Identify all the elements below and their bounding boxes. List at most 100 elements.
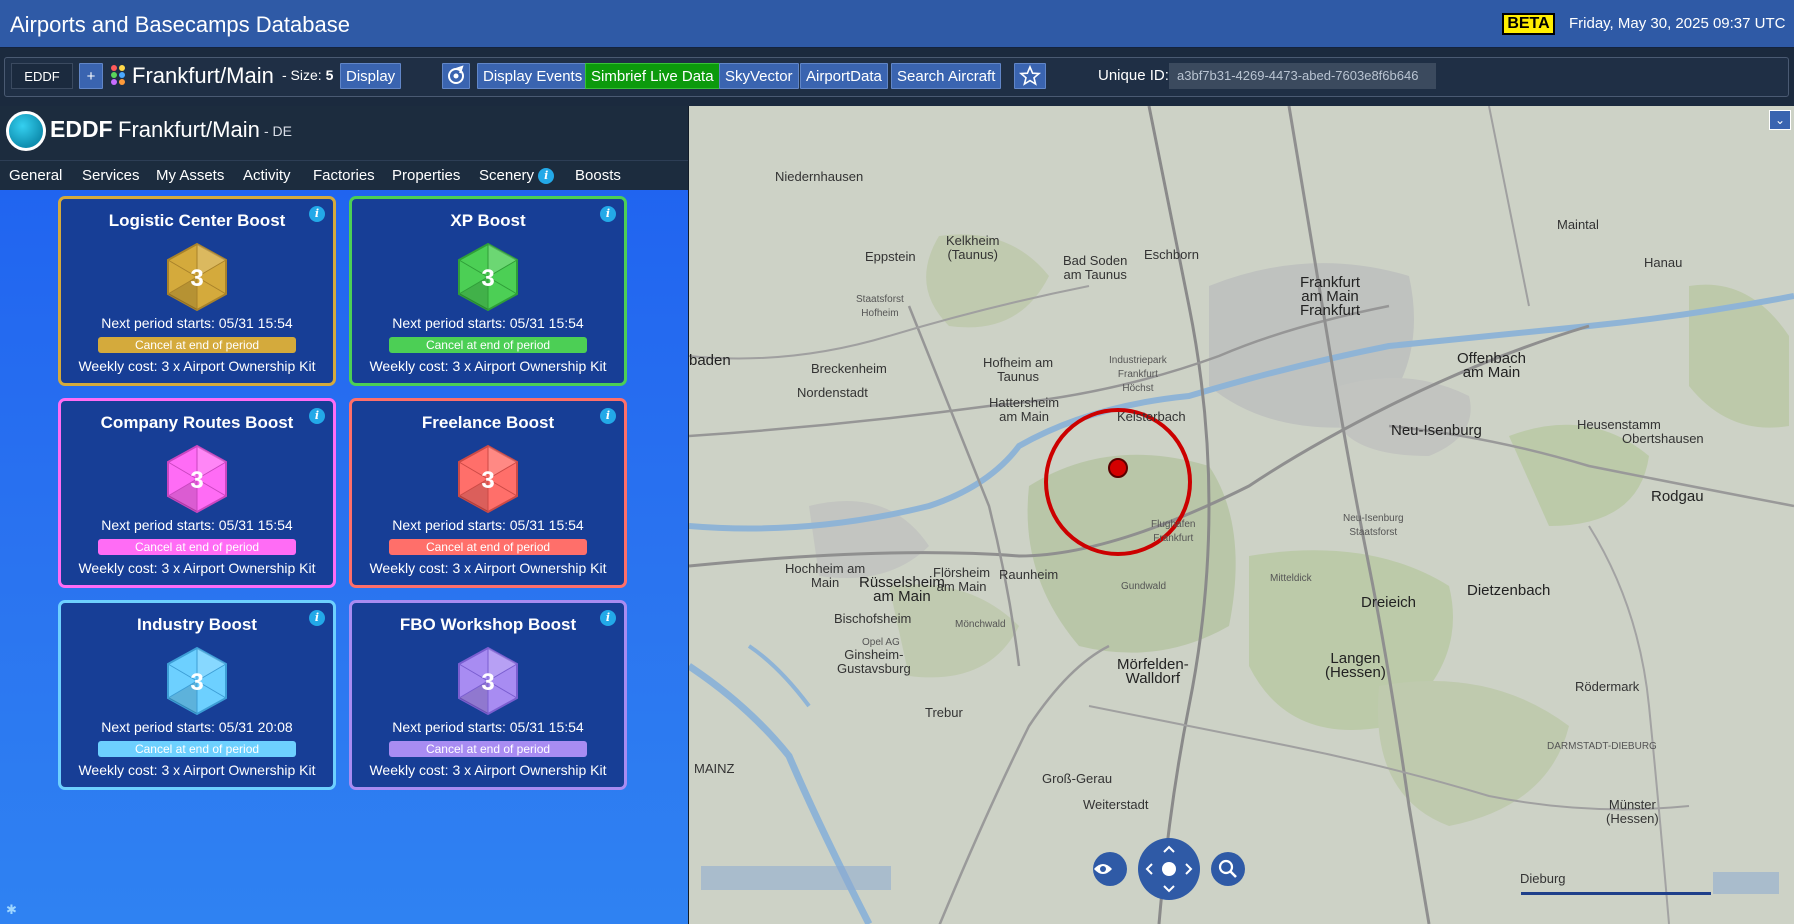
map-place-label: Bischofsheim — [834, 611, 912, 626]
search-aircraft-button[interactable]: Search Aircraft — [891, 63, 1002, 89]
tab-services[interactable]: Services — [82, 167, 140, 184]
map-place-label: Raunheim — [999, 567, 1059, 582]
map-place-label: Langen (Hessen) — [1325, 650, 1386, 681]
airport-panel: EDDF Frankfurt/Main - DE General Service… — [0, 106, 688, 924]
cancel-at-end-button[interactable]: Cancel at end of period — [389, 741, 587, 757]
map-place-label: Weiterstadt — [1083, 797, 1149, 812]
map-place-label: Heusenstamm — [1577, 417, 1661, 432]
boost-next-period: Next period starts: 05/31 15:54 — [101, 517, 293, 533]
tab-scenery-label: Scenery — [479, 167, 535, 184]
boost-weekly-cost: Weekly cost: 3 x Airport Ownership Kit — [369, 560, 607, 576]
boost-weekly-cost: Weekly cost: 3 x Airport Ownership Kit — [78, 358, 316, 374]
boost-card: Company Routes Boost i 3 Next period starts… — [58, 398, 336, 588]
color-dots-icon[interactable] — [110, 63, 128, 89]
map-place-label: Hanau — [1644, 255, 1683, 270]
map-place-label: Dieburg — [1520, 871, 1566, 886]
boost-card: Freelance Boost i 3 Next period starts: 05/… — [349, 398, 627, 588]
map-place-label: Mitteldick — [1270, 573, 1312, 584]
display-events-button[interactable]: Display Events — [477, 63, 589, 89]
info-icon[interactable]: i — [309, 408, 325, 424]
info-icon[interactable]: i — [309, 206, 325, 222]
map-place-label: baden — [689, 352, 731, 369]
tab-factories[interactable]: Factories — [313, 167, 375, 184]
tab-scenery[interactable]: Scenery i — [479, 167, 555, 184]
toolbar-airport-name: Frankfurt/Main — [132, 63, 274, 88]
pan-control[interactable] — [1138, 838, 1200, 900]
airportdata-button[interactable]: AirportData — [800, 63, 888, 89]
globe-icon — [6, 111, 46, 151]
icao-input[interactable] — [11, 63, 73, 89]
boost-weekly-cost: Weekly cost: 3 x Airport Ownership Kit — [369, 762, 607, 778]
skyvector-button[interactable]: SkyVector — [719, 63, 799, 89]
display-button[interactable]: Display — [340, 63, 402, 89]
eye-icon[interactable] — [1093, 852, 1127, 886]
boost-title: Freelance Boost — [421, 413, 555, 432]
map-place-label: Gundwald — [1121, 581, 1167, 592]
favorite-star-icon[interactable] — [1014, 63, 1046, 89]
boost-level-hexagon-icon: 3 — [458, 242, 518, 312]
info-icon[interactable]: i — [600, 610, 616, 626]
info-icon[interactable]: i — [600, 206, 616, 222]
boost-title: Logistic Center Boost — [108, 211, 286, 230]
info-icon[interactable]: i — [538, 168, 555, 184]
airport-country: - DE — [264, 123, 292, 139]
map-place-label: Niedernhausen — [775, 169, 864, 184]
unique-id-label: Unique ID: — [1098, 67, 1169, 84]
map-place-label: Mörfelden- Walldorf — [1117, 656, 1189, 687]
map-place-label: Breckenheim — [811, 361, 887, 376]
tab-my-assets[interactable]: My Assets — [156, 167, 224, 184]
map-place-label: Eppstein — [865, 249, 916, 264]
map-place-label: Neu-Isenburg — [1391, 422, 1482, 439]
map-place-label: Maintal — [1557, 217, 1599, 232]
map-place-label: Flughafen Frankfurt — [1151, 519, 1196, 544]
boost-level: 3 — [190, 669, 203, 696]
tab-general[interactable]: General — [9, 167, 62, 184]
size-label: - Size: 5 — [282, 67, 333, 83]
tab-activity[interactable]: Activity — [243, 167, 291, 184]
map-place-label: Kelsterbach — [1117, 409, 1186, 424]
boost-level-hexagon-icon: 3 — [167, 242, 227, 312]
map-place-label: Kelkheim (Taunus) — [946, 233, 1000, 262]
cancel-at-end-button[interactable]: Cancel at end of period — [389, 539, 587, 555]
map-search-icon[interactable] — [1211, 852, 1245, 886]
cancel-at-end-button[interactable]: Cancel at end of period — [389, 337, 587, 353]
boost-next-period: Next period starts: 05/31 15:54 — [392, 719, 584, 735]
cancel-at-end-button[interactable]: Cancel at end of period — [98, 539, 296, 555]
boost-next-period: Next period starts: 05/31 15:54 — [392, 315, 584, 331]
map-place-label: Dreieich — [1361, 594, 1417, 611]
unique-id-value[interactable]: a3bf7b31-4269-4473-abed-7603e8f6b646 — [1169, 63, 1436, 89]
map-view[interactable]: Niedernhausen Kelkheim (Taunus) Eppstein Ba… — [689, 106, 1794, 924]
map-place-label: Rödermark — [1575, 679, 1640, 694]
scale-box — [1713, 872, 1779, 894]
tab-properties[interactable]: Properties — [392, 167, 460, 184]
map-place-label: Rüsselsheim am Main — [859, 574, 945, 605]
info-icon[interactable]: i — [309, 610, 325, 626]
boost-card: XP Boost i 3 Next period starts: 05/31 15:5… — [349, 196, 627, 386]
boost-title: Industry Boost — [137, 615, 257, 634]
map-place-label: Rodgau — [1651, 488, 1704, 505]
boost-next-period: Next period starts: 05/31 15:54 — [392, 517, 584, 533]
title-bar: Airports and Basecamps Database BETA Fri… — [0, 0, 1794, 48]
boost-title: FBO Workshop Boost — [399, 615, 577, 634]
map-place-label: Eschborn — [1144, 247, 1199, 262]
simbrief-live-data-button[interactable]: Simbrief Live Data — [585, 63, 720, 89]
map-place-label: Opel AG — [862, 637, 900, 648]
map-place-label: Hofheim am Taunus — [983, 355, 1054, 384]
coordinate-box — [701, 866, 891, 890]
info-icon[interactable]: i — [600, 408, 616, 424]
chevron-down-icon[interactable]: ⌄ — [1769, 110, 1791, 130]
boost-level-hexagon-icon: 3 — [167, 646, 227, 716]
boost-card: FBO Workshop Boost i 3 Next period starts: … — [349, 600, 627, 790]
settings-star-icon[interactable]: ✱ — [6, 902, 17, 918]
tab-boosts[interactable]: Boosts — [575, 167, 621, 184]
airport-tabs: General Services My Assets Activity Fact… — [0, 160, 688, 190]
map-place-label: Hattersheim am Main — [989, 395, 1060, 424]
boost-card: Logistic Center Boost i 3 Next period start… — [58, 196, 336, 386]
refresh-icon[interactable] — [442, 63, 470, 89]
boost-level: 3 — [481, 265, 494, 292]
add-airport-button[interactable]: + — [79, 63, 103, 89]
toolbar: + Frankfurt/Main - Size: 5 Display Displ… — [0, 48, 1794, 104]
cancel-at-end-button[interactable]: Cancel at end of period — [98, 337, 296, 353]
cancel-at-end-button[interactable]: Cancel at end of period — [98, 741, 296, 757]
size-prefix: - Size: — [282, 67, 322, 83]
